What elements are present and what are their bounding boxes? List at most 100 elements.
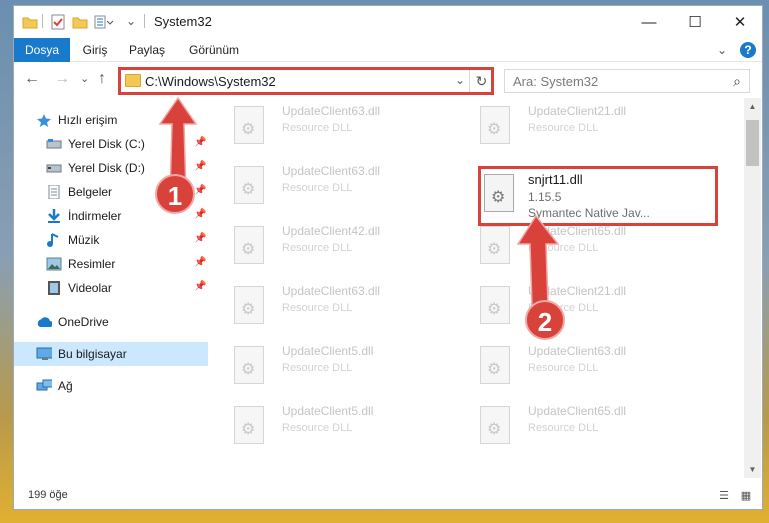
help-icon[interactable]: ? <box>740 42 756 58</box>
maximize-button[interactable]: ☐ <box>672 6 718 38</box>
up-button[interactable]: ↑ <box>98 71 106 87</box>
dll-file-icon: ⚙ <box>480 286 510 324</box>
search-icon[interactable]: ⌕ <box>733 73 741 90</box>
file-name: UpdateClient21.dll <box>528 104 627 118</box>
scroll-thumb[interactable] <box>746 120 759 166</box>
sidebar-item-label: Ağ <box>58 379 73 393</box>
customize-toolbar-icon[interactable] <box>94 14 114 30</box>
file-description: Resource DLL <box>528 362 599 374</box>
recent-locations-button[interactable]: ⌄ <box>80 71 89 87</box>
sidebar-item-network[interactable]: Ağ <box>14 374 208 398</box>
sidebar-item-this-pc[interactable]: Bu bilgisayar <box>14 342 208 366</box>
ribbon-expand-icon[interactable]: ⌄ <box>714 42 730 58</box>
ribbon-tabs: Dosya Giriş Paylaş Görünüm ⌄ ? <box>14 38 762 62</box>
title-divider <box>144 14 145 28</box>
tab-share[interactable]: Paylaş <box>122 38 172 62</box>
folder-icon[interactable] <box>22 14 38 30</box>
computer-icon <box>36 347 52 360</box>
dll-file-icon: ⚙ <box>234 226 264 264</box>
star-icon <box>37 114 51 127</box>
file-description: Resource DLL <box>282 242 353 254</box>
tab-view[interactable]: Görünüm <box>182 38 246 62</box>
pin-icon[interactable]: 📌 <box>194 209 206 220</box>
file-tile[interactable]: ⚙ UpdateClient5.dll Resource DLL <box>214 400 454 456</box>
sidebar-item-music[interactable]: Müzik 📌 <box>14 228 208 252</box>
forward-button[interactable]: → <box>54 71 70 87</box>
dll-file-icon: ⚙ <box>234 346 264 384</box>
file-tile[interactable]: ⚙ UpdateClient5.dll Resource DLL <box>214 340 454 396</box>
sidebar-item-label: Yerel Disk (D:) <box>68 161 145 175</box>
minimize-button[interactable]: — <box>626 6 672 38</box>
file-description: Resource DLL <box>282 362 353 374</box>
tiles-view-icon[interactable]: ▦ <box>738 489 754 503</box>
gear-icon: ⚙ <box>241 181 256 198</box>
sidebar-item-label: OneDrive <box>58 315 109 329</box>
annotation-badge-2: 2 <box>525 300 565 340</box>
item-count: 199 öğe <box>28 489 68 501</box>
tab-file[interactable]: Dosya <box>14 38 70 62</box>
search-input[interactable]: Ara: System32 <box>513 74 598 89</box>
cloud-icon <box>37 317 52 327</box>
file-tile[interactable]: ⚙ UpdateClient63.dll Resource DLL <box>214 280 454 336</box>
sidebar-item-onedrive[interactable]: OneDrive <box>14 310 208 334</box>
quick-access-dropdown-icon[interactable]: ⌄ <box>126 14 136 30</box>
file-name: UpdateClient5.dll <box>282 344 374 358</box>
gear-icon: ⚙ <box>241 121 256 138</box>
status-bar: 199 öğe ☰ ▦ <box>14 484 762 508</box>
file-tile[interactable]: ⚙ UpdateClient65.dll Resource DLL <box>460 400 700 456</box>
sidebar-item-label: Bu bilgisayar <box>58 347 127 361</box>
details-view-icon[interactable]: ☰ <box>716 489 732 503</box>
file-name: UpdateClient65.dll <box>528 404 627 418</box>
new-folder-icon[interactable] <box>72 14 88 30</box>
file-tile[interactable]: ⚙ UpdateClient21.dll Resource DLL <box>460 280 700 336</box>
search-box[interactable]: Ara: System32 ⌕ <box>504 69 750 93</box>
pin-icon[interactable]: 📌 <box>194 233 206 244</box>
sidebar-item-pictures[interactable]: Resimler 📌 <box>14 252 208 276</box>
file-description: Resource DLL <box>282 422 353 434</box>
pin-icon[interactable]: 📌 <box>194 281 206 292</box>
gear-icon: ⚙ <box>241 361 256 378</box>
file-description: Resource DLL <box>528 422 599 434</box>
gear-icon: ⚙ <box>487 121 502 138</box>
file-tile[interactable]: ⚙ UpdateClient63.dll Resource DLL <box>460 340 700 396</box>
file-name: UpdateClient42.dll <box>282 224 381 238</box>
sidebar-item-label: Müzik <box>68 233 100 247</box>
file-list: ⚙ UpdateClient63.dll Resource DLL ⚙ Upda… <box>214 98 742 478</box>
gear-icon: ⚙ <box>487 421 502 438</box>
gear-icon: ⚙ <box>241 241 256 258</box>
title-bar: ⌄ System32 — ☐ ✕ <box>14 6 762 38</box>
file-description: Resource DLL <box>282 302 353 314</box>
explorer-window: ⌄ System32 — ☐ ✕ Dosya Giriş Paylaş Görü… <box>13 5 763 510</box>
scroll-down-icon[interactable]: ▼ <box>744 461 761 478</box>
download-icon <box>48 209 60 223</box>
tab-home[interactable]: Giriş <box>74 38 116 62</box>
vertical-scrollbar[interactable]: ▲ ▼ <box>744 98 761 478</box>
pin-icon[interactable]: 📌 <box>194 257 206 268</box>
file-name: UpdateClient63.dll <box>282 164 381 178</box>
gear-icon: ⚙ <box>487 361 502 378</box>
dll-file-icon: ⚙ <box>480 406 510 444</box>
dll-file-icon: ⚙ <box>234 166 264 204</box>
file-tile[interactable]: ⚙ UpdateClient63.dll Resource DLL <box>214 100 454 156</box>
file-tile[interactable]: ⚙ UpdateClient65.dll Resource DLL <box>460 220 700 276</box>
back-button[interactable]: ← <box>24 71 40 87</box>
dll-file-icon: ⚙ <box>234 106 264 144</box>
scroll-up-icon[interactable]: ▲ <box>744 98 761 115</box>
file-tile[interactable]: ⚙ UpdateClient42.dll Resource DLL <box>214 220 454 276</box>
close-button[interactable]: ✕ <box>717 6 763 38</box>
sidebar-item-videos[interactable]: Videolar 📌 <box>14 276 208 300</box>
sidebar-item-label: İndirmeler <box>68 209 122 223</box>
file-description: Resource DLL <box>528 122 599 134</box>
dll-file-icon: ⚙ <box>480 346 510 384</box>
gear-icon: ⚙ <box>487 301 502 318</box>
properties-icon[interactable] <box>50 14 66 30</box>
file-tile[interactable]: ⚙ UpdateClient21.dll Resource DLL <box>460 100 700 156</box>
network-icon <box>36 379 52 391</box>
annotation-badge-1: 1 <box>155 174 195 214</box>
file-tile[interactable]: ⚙ UpdateClient63.dll Resource DLL <box>214 160 454 216</box>
toolbar-divider <box>42 14 43 28</box>
dll-file-icon: ⚙ <box>480 106 510 144</box>
music-icon <box>47 233 59 247</box>
navigation-bar: ← → ⌄ ↑ C:\Windows\System32 ⌄ ↻ Ara: Sys… <box>14 63 762 97</box>
file-name: UpdateClient5.dll <box>282 404 374 418</box>
